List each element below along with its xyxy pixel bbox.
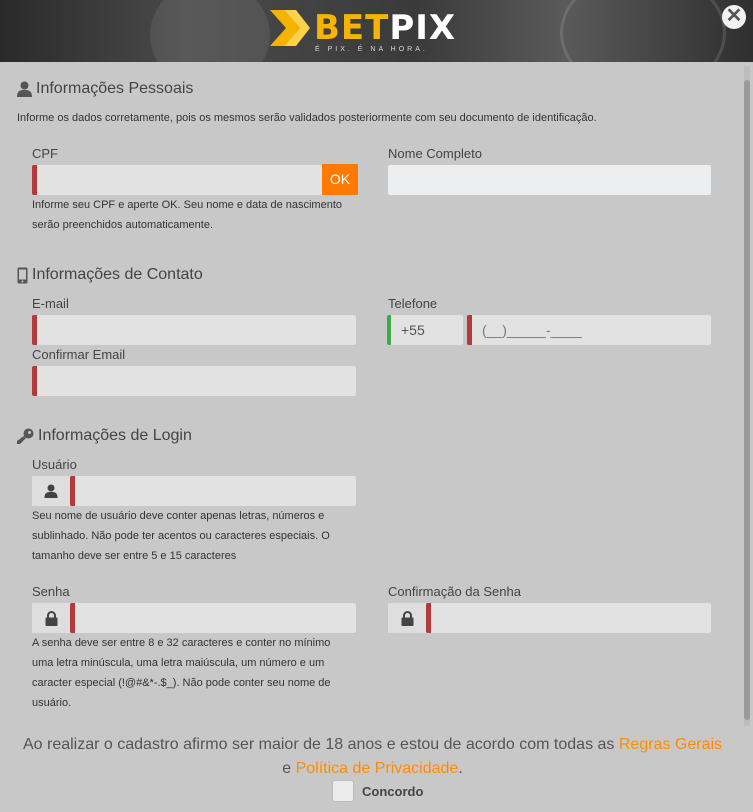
- email-input[interactable]: [37, 315, 356, 345]
- section-login-label: Informações de Login: [38, 427, 192, 444]
- username-field[interactable]: [70, 476, 356, 506]
- cpf-ok-button[interactable]: OK: [322, 164, 358, 195]
- section-login-title: Informações de Login: [17, 427, 192, 445]
- phone-number-input[interactable]: [472, 315, 711, 345]
- close-icon[interactable]: ✕: [722, 5, 746, 29]
- password-field[interactable]: [70, 603, 356, 633]
- password-confirm-input[interactable]: [431, 603, 711, 633]
- terms-text-and: e: [282, 760, 296, 777]
- privacy-link[interactable]: Política de Privacidade: [296, 760, 459, 777]
- chevron-logo-icon: [270, 10, 310, 46]
- header-background-decoration: [150, 0, 270, 62]
- username-input[interactable]: [75, 476, 356, 506]
- terms-text-part1: Ao realizar o cadastro afirmo ser maior …: [22, 736, 619, 753]
- scrollbar-thumb[interactable]: [744, 80, 750, 720]
- betpix-logo: BET PIX É PIX. É NA HORA.: [270, 10, 456, 54]
- email-field[interactable]: [32, 315, 356, 345]
- section-contact-title: Informações de Contato: [17, 266, 203, 284]
- phone-number-field[interactable]: [467, 315, 711, 345]
- confirm-email-label: Confirmar Email: [32, 347, 126, 362]
- password-confirm-label: Confirmação da Senha: [388, 584, 521, 599]
- terms-text: Ao realizar o cadastro afirmo ser maior …: [0, 733, 745, 781]
- password-addon: [32, 603, 70, 633]
- full-name-field[interactable]: [388, 165, 711, 195]
- agree-label[interactable]: Concordo: [362, 784, 423, 799]
- password-help-text: A senha deve ser entre 8 e 32 caracteres…: [32, 637, 331, 709]
- username-label: Usuário: [32, 457, 77, 472]
- password-confirm-addon: [388, 603, 426, 633]
- password-label: Senha: [32, 584, 70, 599]
- cpf-input[interactable]: [37, 165, 322, 195]
- password-confirm-field[interactable]: [426, 603, 711, 633]
- cpf-field[interactable]: [32, 165, 322, 195]
- email-label: E-mail: [32, 296, 69, 311]
- phone-label: Telefone: [388, 296, 438, 311]
- logo-tagline: É PIX. É NA HORA.: [315, 46, 428, 53]
- section-contact-label: Informações de Contato: [32, 266, 203, 283]
- phone-country-code-input[interactable]: [391, 315, 463, 345]
- full-name-input[interactable]: [388, 165, 711, 195]
- cpf-label: CPF: [32, 146, 58, 161]
- confirm-email-field[interactable]: [32, 366, 356, 396]
- confirm-email-input[interactable]: [37, 366, 356, 396]
- phone-country-code-field[interactable]: [387, 315, 463, 345]
- logo-text-pix: PIX: [389, 8, 457, 48]
- logo-text-bet: BET: [314, 8, 390, 48]
- section-personal-title: Informações Pessoais: [17, 80, 193, 98]
- modal-header: BET PIX É PIX. É NA HORA. ✕: [0, 0, 753, 62]
- agree-checkbox[interactable]: [332, 780, 354, 802]
- full-name-label: Nome Completo: [388, 146, 482, 161]
- header-hoop-decoration: [560, 0, 726, 62]
- lock-icon: [45, 610, 57, 626]
- key-icon: [17, 428, 34, 444]
- personal-note: Informe os dados corretamente, pois os m…: [17, 112, 597, 124]
- username-help-text: Seu nome de usuário deve conter apenas l…: [32, 510, 330, 562]
- lock-icon: [401, 610, 413, 626]
- mobile-icon: [17, 267, 28, 283]
- username-addon: [32, 476, 70, 506]
- cpf-help-text: Informe seu CPF e aperte OK. Seu nome e …: [32, 199, 343, 231]
- password-input[interactable]: [75, 603, 356, 633]
- user-icon: [17, 81, 32, 97]
- user-icon: [44, 484, 58, 498]
- rules-link[interactable]: Regras Gerais: [619, 736, 722, 753]
- section-personal-label: Informações Pessoais: [36, 80, 194, 97]
- terms-text-end: .: [458, 760, 463, 777]
